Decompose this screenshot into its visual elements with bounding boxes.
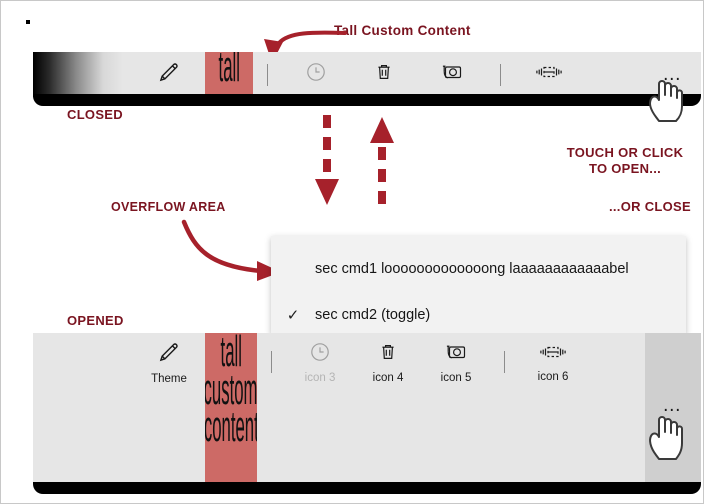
tall-content-line-3: content xyxy=(205,402,257,451)
opened-separator-1 xyxy=(271,351,272,373)
closed-overflow-button[interactable]: … xyxy=(645,52,701,97)
closed-item-icon-6[interactable] xyxy=(515,52,583,97)
annotation-closed: CLOSED xyxy=(67,107,123,122)
opened-item-theme[interactable]: Theme xyxy=(133,333,205,391)
opened-tall-custom-content[interactable]: tall custom content xyxy=(205,333,257,485)
flyout-check-2: ✓ xyxy=(286,307,300,324)
trash-icon xyxy=(376,340,400,369)
annotation-opened: OPENED xyxy=(67,313,124,328)
closed-separator-1 xyxy=(267,63,268,86)
pencil-icon xyxy=(156,339,182,370)
screenshot-root: Tall Custom Content tall … CLOSED TOUCH … xyxy=(0,0,704,504)
camera-icon xyxy=(443,340,469,369)
closed-toolbar-spacer xyxy=(33,52,133,97)
closed-item-icon-5[interactable] xyxy=(418,52,486,97)
opened-item-icon-3-label: icon 3 xyxy=(304,372,336,384)
resize-width-icon xyxy=(538,341,568,368)
flyout-item-sec-cmd1[interactable]: sec cmd1 looooooooooooong laaaaaaaaaaaab… xyxy=(271,246,686,292)
overflow-flyout-menu[interactable]: sec cmd1 looooooooooooong laaaaaaaaaaaab… xyxy=(271,236,686,334)
opened-item-icon-6-label: icon 6 xyxy=(537,371,569,383)
clock-icon xyxy=(308,340,332,369)
tall-content-line-1: tall xyxy=(218,52,240,91)
opened-overflow-button[interactable]: … xyxy=(645,333,701,485)
closed-command-bar[interactable]: tall … xyxy=(33,52,701,106)
opened-item-icon-4[interactable]: icon 4 xyxy=(354,333,422,391)
closed-toolbar-filler xyxy=(583,52,645,97)
opened-item-icon-4-label: icon 4 xyxy=(372,372,404,384)
opened-separator-2 xyxy=(504,351,505,373)
dashed-arrow-down xyxy=(315,115,339,205)
annotation-or-close: ...OR CLOSE xyxy=(608,199,691,214)
closed-item-theme[interactable] xyxy=(133,52,205,97)
opened-item-icon-3[interactable]: icon 3 xyxy=(286,333,354,391)
top-left-tick xyxy=(26,20,30,24)
opened-toolbar-spacer xyxy=(33,333,133,485)
dashed-arrow-up xyxy=(370,117,394,207)
closed-separator-2 xyxy=(500,63,501,86)
opened-toolbar-filler xyxy=(587,333,645,485)
annotation-overflow-area: OVERFLOW AREA xyxy=(111,200,226,214)
annotation-touch-or-click-to-open: TOUCH OR CLICK TO OPEN... xyxy=(566,145,684,177)
closed-item-icon-3[interactable] xyxy=(282,52,350,97)
resize-width-icon xyxy=(534,61,564,88)
trash-icon xyxy=(372,60,396,89)
annotation-tall-custom-content: Tall Custom Content xyxy=(334,23,471,38)
opened-item-theme-label: Theme xyxy=(151,373,187,385)
closed-item-icon-4[interactable] xyxy=(350,52,418,97)
opened-item-icon-6[interactable]: icon 6 xyxy=(519,333,587,391)
flyout-item-sec-cmd2[interactable]: ✓ sec cmd2 (toggle) xyxy=(271,292,686,338)
ellipsis-icon: … xyxy=(662,395,684,416)
clock-icon xyxy=(304,60,328,89)
opened-command-bar[interactable]: Theme tall custom content icon 3 icon 4 … xyxy=(33,333,701,494)
closed-tall-custom-content[interactable]: tall xyxy=(205,52,253,97)
camera-icon xyxy=(439,60,465,89)
opened-item-icon-5-label: icon 5 xyxy=(440,372,472,384)
ellipsis-icon: … xyxy=(662,63,684,85)
flyout-label-2: sec cmd2 (toggle) xyxy=(315,307,431,323)
pencil-icon xyxy=(156,59,182,90)
opened-item-icon-5[interactable]: icon 5 xyxy=(422,333,490,391)
flyout-label-1: sec cmd1 looooooooooooong laaaaaaaaaaaab… xyxy=(315,261,629,277)
